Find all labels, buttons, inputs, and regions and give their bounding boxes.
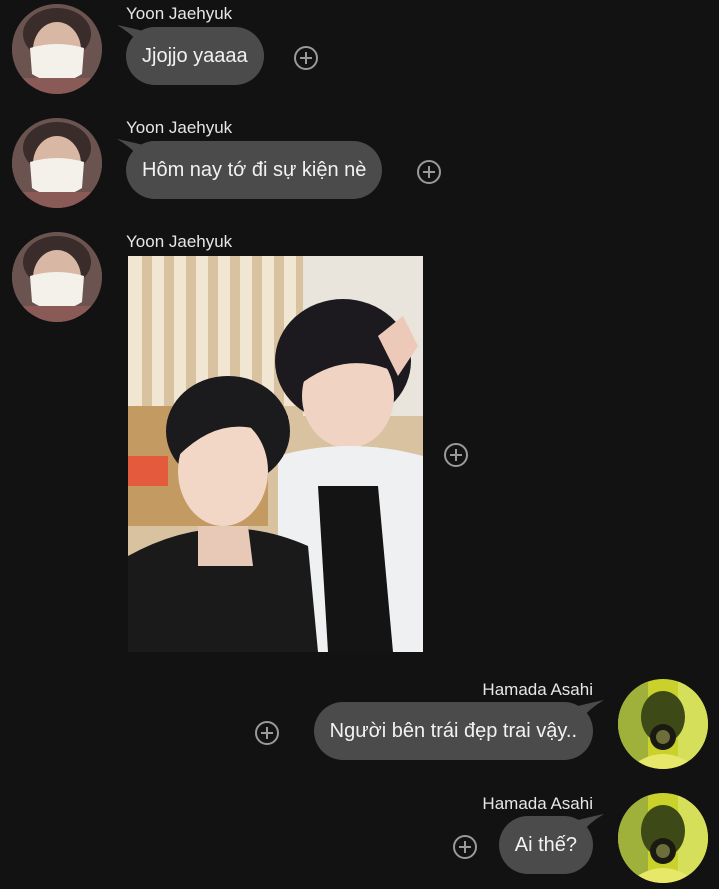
bubble-tail bbox=[578, 700, 604, 722]
plus-circle-icon[interactable] bbox=[453, 835, 477, 859]
shared-photo[interactable] bbox=[128, 256, 423, 652]
avatar-hamada-asahi[interactable] bbox=[618, 679, 708, 769]
plus-circle-icon[interactable] bbox=[255, 721, 279, 745]
message-bubble[interactable]: Người bên trái đẹp trai vậy.. bbox=[313, 702, 593, 760]
avatar-yoon-jaehyuk[interactable] bbox=[12, 232, 102, 322]
sender-name: Hamada Asahi bbox=[482, 794, 593, 813]
plus-circle-icon[interactable] bbox=[417, 160, 441, 184]
bubble-tail bbox=[578, 814, 604, 836]
avatar-yoon-jaehyuk[interactable] bbox=[12, 4, 102, 94]
plus-circle-icon[interactable] bbox=[444, 443, 468, 467]
sender-name: Yoon Jaehyuk bbox=[126, 118, 233, 137]
avatar-yoon-jaehyuk[interactable] bbox=[12, 118, 102, 208]
message-bubble[interactable]: Hôm nay tớ đi sự kiện nè bbox=[126, 141, 383, 199]
sender-name: Yoon Jaehyuk bbox=[126, 4, 233, 23]
plus-circle-icon[interactable] bbox=[294, 46, 318, 70]
sender-name: Hamada Asahi bbox=[482, 680, 593, 699]
sender-name: Yoon Jaehyuk bbox=[126, 232, 233, 251]
message-bubble[interactable]: Jjojjo yaaaa bbox=[126, 27, 264, 85]
avatar-hamada-asahi[interactable] bbox=[618, 793, 708, 883]
